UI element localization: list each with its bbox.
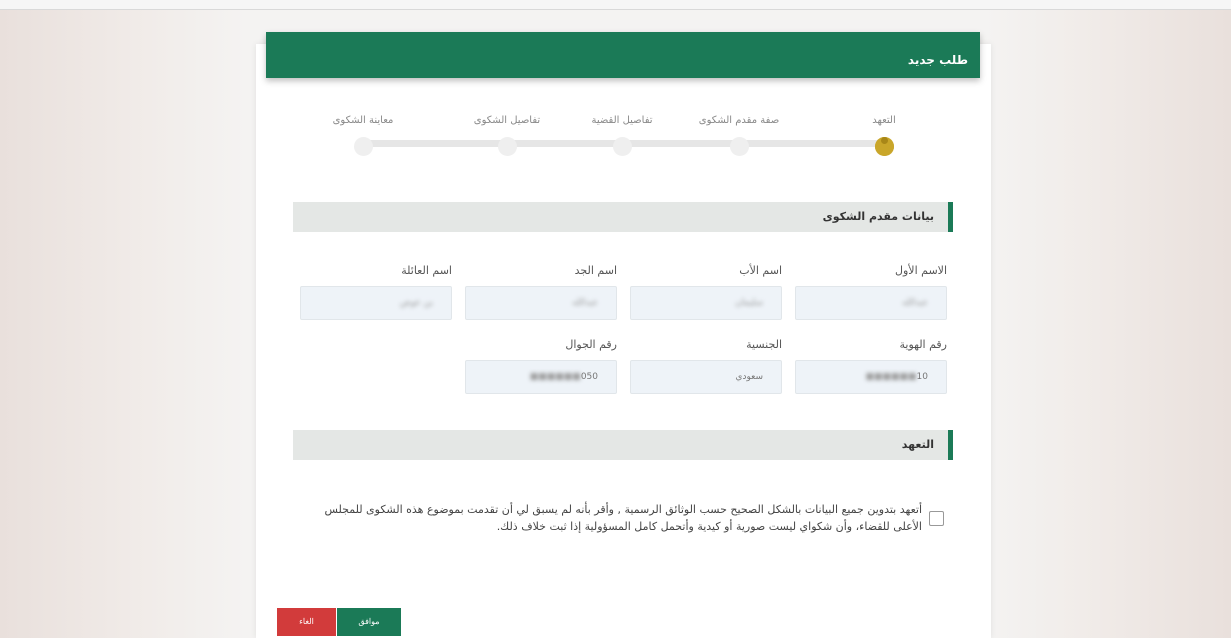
page-title-text: طلب جديد <box>907 53 968 67</box>
grandfather-name-field[interactable]: عبدالله <box>465 286 617 320</box>
step-label: تفاصيل القضية <box>591 115 653 126</box>
first-name-value: عبدالله <box>902 298 928 308</box>
mobile-field[interactable]: 050■■■■■■ <box>465 360 617 394</box>
browser-top-strip <box>0 0 1231 10</box>
father-name-label: اسم الأب <box>739 264 782 277</box>
pledge-section-title: التعهد <box>901 438 934 451</box>
pledge-checkbox[interactable] <box>929 511 944 526</box>
pledge-section-header: التعهد <box>293 430 953 460</box>
step-label: صفة مقدم الشكوى <box>698 115 780 126</box>
id-number-label: رقم الهوية <box>899 338 947 351</box>
step-label: تفاصيل الشكوى <box>473 115 541 126</box>
step-label: التعهد <box>872 115 896 126</box>
step-dot <box>612 137 632 156</box>
first-name-field[interactable]: عبدالله <box>795 286 947 320</box>
father-name-field[interactable]: سليمان <box>630 286 782 320</box>
nationality-field[interactable]: سعودي <box>630 360 782 394</box>
nationality-value: سعودي <box>735 372 763 382</box>
step-complaint-preview[interactable]: معاينة الشكوى <box>308 114 418 156</box>
id-number-value: 10 <box>916 372 928 382</box>
step-applicant-capacity[interactable]: صفة مقدم الشكوى <box>684 114 794 156</box>
applicant-section-header: بيانات مقدم الشكوى <box>293 202 953 232</box>
family-name-value: بن عوض <box>399 298 433 308</box>
mobile-value: 050 <box>580 372 598 382</box>
family-name-label: اسم العائلة <box>401 264 452 277</box>
step-dot <box>497 137 517 156</box>
step-dot <box>353 137 373 156</box>
nationality-label: الجنسية <box>746 338 782 351</box>
grandfather-name-value: عبدالله <box>572 298 598 308</box>
applicant-section-title: بيانات مقدم الشكوى <box>822 210 934 223</box>
grandfather-name-label: اسم الجد <box>574 264 617 277</box>
step-pledge[interactable]: التعهد <box>829 114 939 156</box>
step-complaint-details[interactable]: تفاصيل الشكوى <box>452 114 562 156</box>
step-dot <box>729 137 749 156</box>
family-name-field[interactable]: بن عوض <box>300 286 452 320</box>
id-number-field[interactable]: 10■■■■■■ <box>795 360 947 394</box>
pledge-text: أتعهد بتدوين جميع البيانات بالشكل الصحيح… <box>324 503 922 533</box>
page-title: طلب جديد <box>266 32 980 78</box>
step-case-details[interactable]: تفاصيل القضية <box>567 114 677 156</box>
ok-button[interactable]: موافق <box>337 608 401 636</box>
father-name-value: سليمان <box>735 298 763 308</box>
first-name-label: الاسم الأول <box>895 264 947 277</box>
mobile-label: رقم الجوال <box>565 338 617 351</box>
step-label: معاينة الشكوى <box>332 115 394 126</box>
cancel-button[interactable]: الغاء <box>277 608 336 636</box>
step-dot-active <box>874 137 894 156</box>
